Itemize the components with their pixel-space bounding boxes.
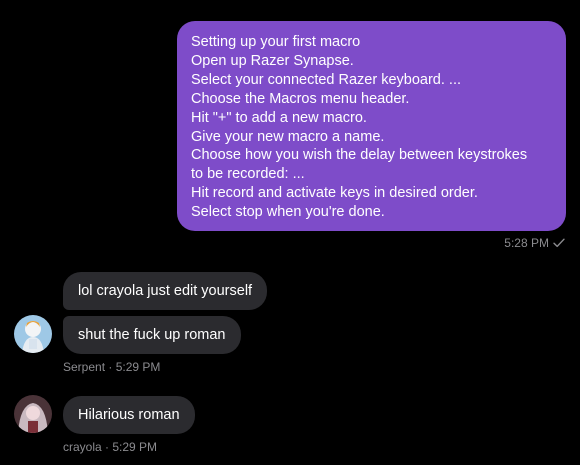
message-line: to be recorded: ...	[191, 166, 305, 183]
message-line: Setting up your first macro	[191, 34, 361, 50]
check-icon	[553, 238, 565, 248]
avatar-crayola[interactable]	[14, 395, 52, 433]
message-line: Hit record and activate keys in desired …	[191, 185, 478, 202]
outgoing-timestamp: 5:28 PM	[504, 236, 549, 250]
incoming-message-bubble[interactable]: Hilarious roman	[63, 396, 195, 434]
outgoing-message-meta: 5:28 PM	[504, 236, 565, 250]
message-line: Open up Razer Synapse.	[191, 52, 354, 69]
outgoing-message-bubble[interactable]: Setting up your first macro Open up Raze…	[177, 21, 566, 231]
avatar-serpent[interactable]	[14, 315, 52, 353]
incoming-meta-crayola: crayola · 5:29 PM	[63, 440, 158, 454]
message-line: Give your new macro a name.	[191, 128, 385, 145]
message-line: Select your connected Razer keyboard. ..…	[191, 71, 462, 88]
incoming-message-bubble[interactable]: lol crayola just edit yourself	[63, 272, 268, 310]
incoming-meta-serpent: Serpent · 5:29 PM	[63, 360, 161, 374]
message-line: Choose the Macros menu header.	[191, 90, 410, 107]
message-line: Hit "+" to add a new macro.	[191, 109, 367, 126]
incoming-message-bubble[interactable]: shut the fuck up roman	[63, 316, 241, 354]
message-line: Select stop when you're done.	[191, 204, 385, 221]
message-line: Choose how you wish the delay between ke…	[191, 147, 528, 164]
